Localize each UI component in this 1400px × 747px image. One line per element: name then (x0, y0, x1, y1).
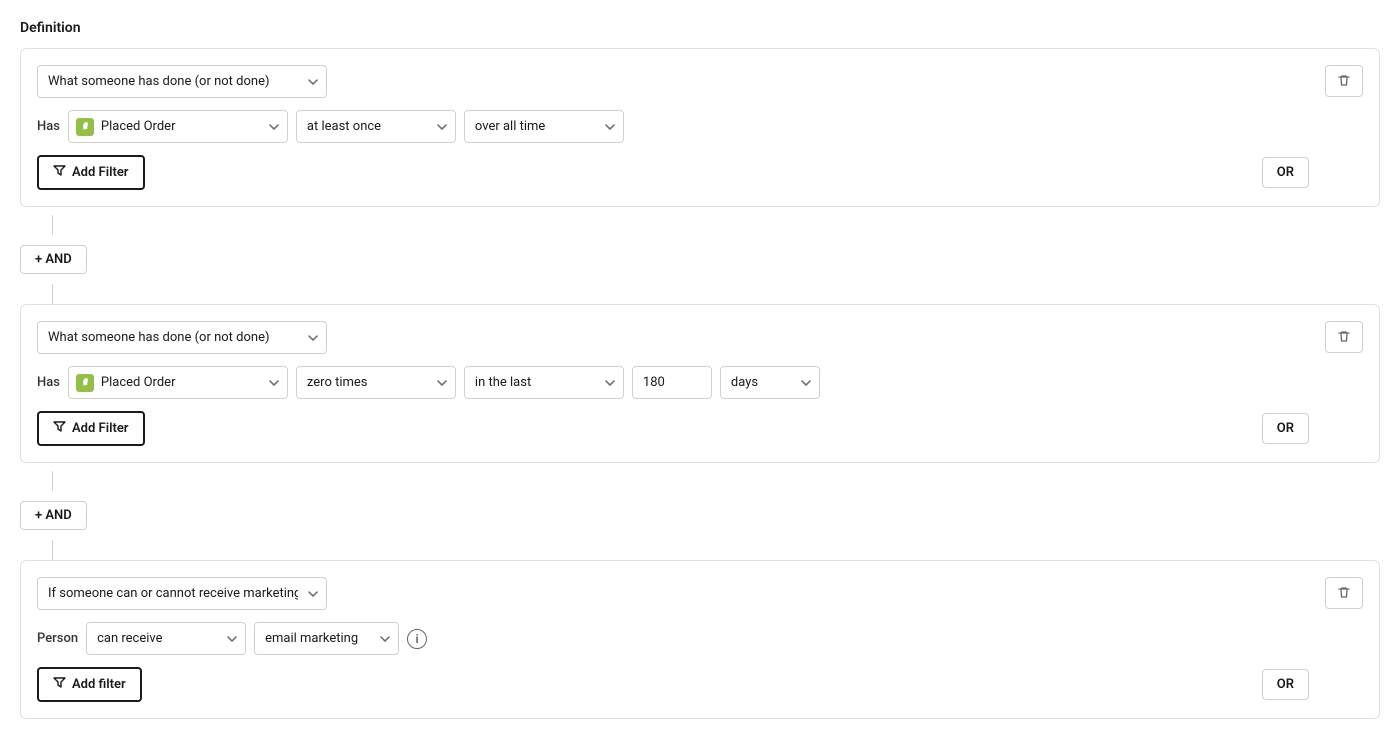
condition-3-left: If someone can or cannot receive marketi… (37, 577, 1309, 702)
filter-icon-1 (53, 164, 66, 181)
condition-1-left: What someone has done (or not done) Has … (37, 65, 1309, 190)
trash-icon-3 (1336, 585, 1352, 601)
and-button-1[interactable]: + AND (20, 245, 87, 274)
and-connector-1b (20, 284, 1380, 304)
shopify-icon-2 (76, 374, 94, 392)
condition-block-2: What someone has done (or not done) Has … (20, 304, 1380, 463)
filter-icon-3 (53, 676, 66, 693)
condition-3-main-select[interactable]: If someone can or cannot receive marketi… (37, 577, 327, 610)
condition-2-has-label: Has (37, 375, 60, 390)
and-connector-2 (20, 471, 1380, 491)
vertical-line-2b (52, 540, 53, 560)
condition-1-frequency-select[interactable]: at least once (296, 110, 456, 143)
condition-2-delete-button[interactable] (1325, 321, 1363, 353)
trash-icon-2 (1336, 329, 1352, 345)
definition-title: Definition (20, 20, 1380, 36)
filter-icon-2 (53, 420, 66, 437)
condition-2-left: What someone has done (or not done) Has … (37, 321, 1309, 446)
and-connector-1 (20, 215, 1380, 235)
condition-3-marketing-type-select[interactable]: email marketing (254, 622, 399, 655)
vertical-line-1 (52, 215, 53, 235)
condition-2-number-input[interactable] (632, 366, 712, 399)
condition-3-person-label: Person (37, 631, 78, 646)
condition-1-event-select[interactable]: Placed Order (68, 110, 288, 143)
trash-icon-1 (1336, 73, 1352, 89)
condition-2-time-select[interactable]: in the last (464, 366, 624, 399)
and-connector-2b (20, 540, 1380, 560)
condition-1-event-wrapper: Placed Order (68, 110, 288, 143)
condition-1-add-filter-button[interactable]: Add Filter (37, 155, 145, 190)
condition-1-time-select[interactable]: over all time (464, 110, 624, 143)
vertical-line-2 (52, 471, 53, 491)
definition-section: Definition What someone has done (or not… (20, 20, 1380, 719)
condition-1-has-label: Has (37, 119, 60, 134)
condition-1-main-select[interactable]: What someone has done (or not done) (37, 65, 327, 98)
condition-2-period-select[interactable]: days (720, 366, 820, 399)
condition-3-or-button[interactable]: OR (1262, 669, 1309, 700)
condition-3-delete-button[interactable] (1325, 577, 1363, 609)
info-icon-3[interactable]: i (407, 629, 427, 649)
condition-2-event-wrapper: Placed Order (68, 366, 288, 399)
condition-block-1: What someone has done (or not done) Has … (20, 48, 1380, 207)
shopify-icon-1 (76, 118, 94, 136)
condition-2-event-select[interactable]: Placed Order (68, 366, 288, 399)
and-button-2[interactable]: + AND (20, 501, 87, 530)
condition-block-3: If someone can or cannot receive marketi… (20, 560, 1380, 719)
condition-1-or-button[interactable]: OR (1262, 157, 1309, 188)
condition-2-add-filter-button[interactable]: Add Filter (37, 411, 145, 446)
condition-1-delete-button[interactable] (1325, 65, 1363, 97)
condition-3-can-receive-select[interactable]: can receive (86, 622, 246, 655)
condition-2-frequency-select[interactable]: zero times (296, 366, 456, 399)
condition-3-add-filter-button[interactable]: Add filter (37, 667, 142, 702)
condition-2-main-select[interactable]: What someone has done (or not done) (37, 321, 327, 354)
vertical-line-1b (52, 284, 53, 304)
condition-2-or-button[interactable]: OR (1262, 413, 1309, 444)
